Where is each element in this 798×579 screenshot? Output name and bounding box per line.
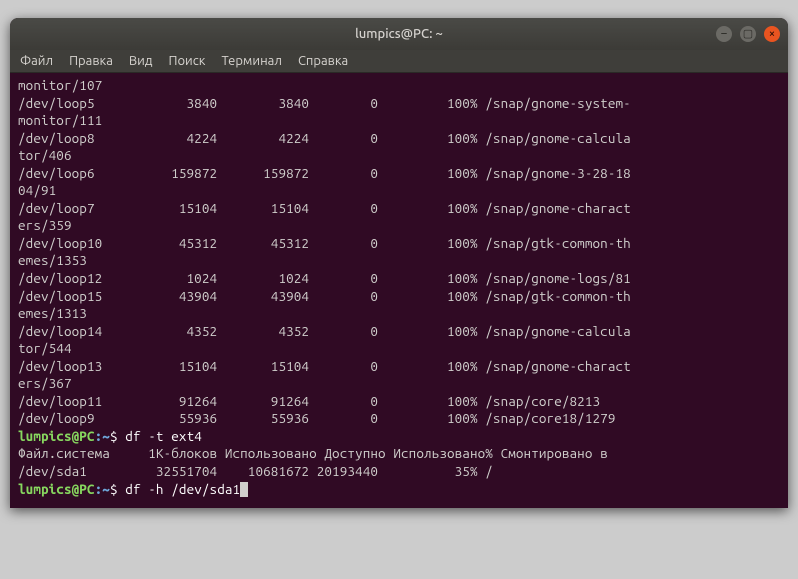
prompt-dollar: $ xyxy=(110,428,118,444)
window-title: lumpics@PC: ~ xyxy=(355,27,443,41)
prompt-path: ~ xyxy=(102,481,110,497)
prompt-user: lumpics@PC xyxy=(18,428,95,444)
menubar: Файл Правка Вид Поиск Терминал Справка xyxy=(10,50,788,73)
minimize-button[interactable]: – xyxy=(716,26,732,42)
menu-terminal[interactable]: Терминал xyxy=(221,54,281,68)
menu-edit[interactable]: Правка xyxy=(69,54,113,68)
cursor xyxy=(240,482,248,497)
close-button[interactable]: × xyxy=(764,26,780,42)
menu-help[interactable]: Справка xyxy=(298,54,348,68)
menu-view[interactable]: Вид xyxy=(129,54,153,68)
menu-file[interactable]: Файл xyxy=(20,54,53,68)
window-buttons: – ▢ × xyxy=(716,26,780,42)
terminal-output[interactable]: monitor/107 /dev/loop5 3840 3840 0 100% … xyxy=(10,73,788,508)
prompt-user: lumpics@PC xyxy=(18,481,95,497)
command-text: df -h /dev/sda1 xyxy=(125,481,240,497)
terminal-window: lumpics@PC: ~ – ▢ × Файл Правка Вид Поис… xyxy=(10,18,788,508)
prompt-dollar: $ xyxy=(110,481,118,497)
menu-search[interactable]: Поиск xyxy=(168,54,205,68)
command-text: df -t ext4 xyxy=(125,428,202,444)
prompt-path: ~ xyxy=(102,428,110,444)
titlebar[interactable]: lumpics@PC: ~ – ▢ × xyxy=(10,18,788,50)
maximize-button[interactable]: ▢ xyxy=(740,26,756,42)
